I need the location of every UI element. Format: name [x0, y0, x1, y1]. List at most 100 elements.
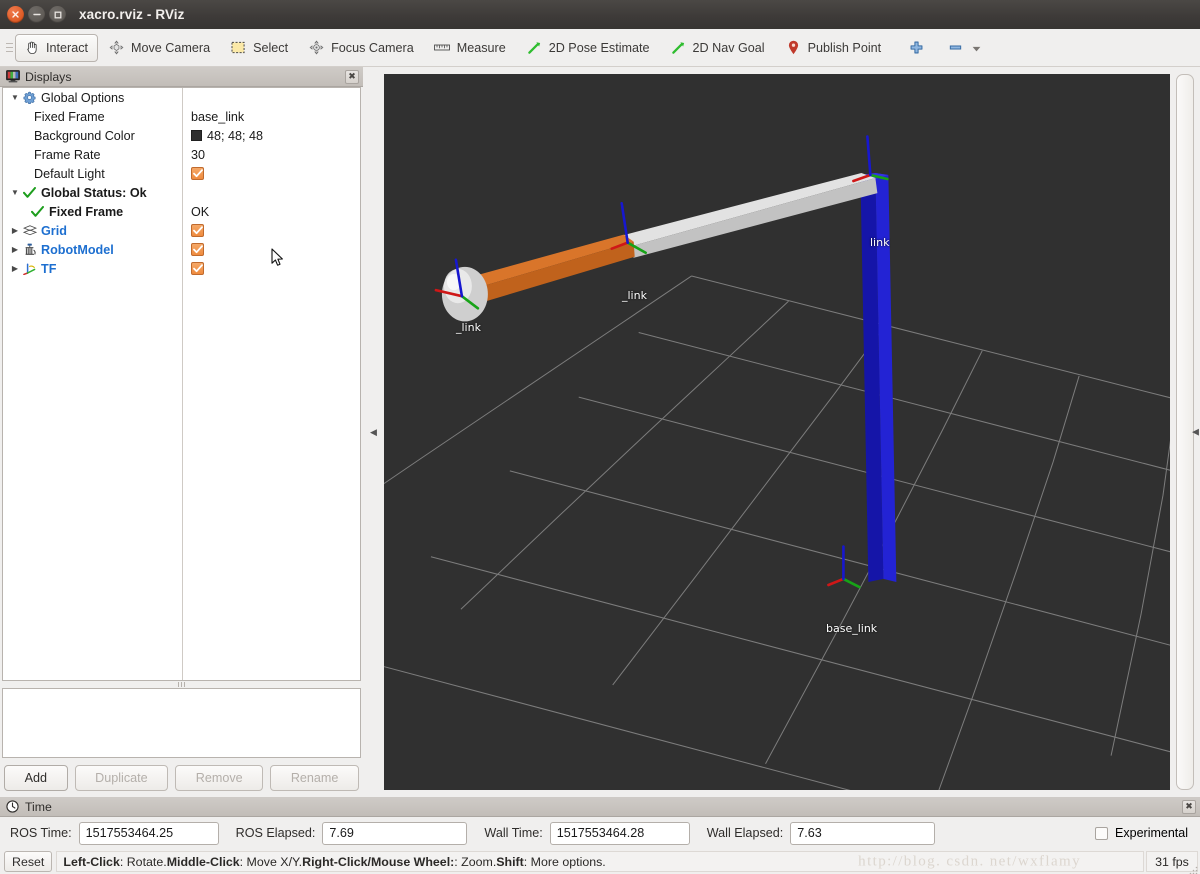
tool-publish-point[interactable]: Publish Point	[777, 34, 892, 62]
checkbox-checked-icon[interactable]	[191, 167, 204, 180]
select-box-icon	[230, 39, 247, 56]
checkbox-unchecked-icon[interactable]	[1095, 826, 1109, 840]
ros-time-input[interactable]: 1517553464.25	[78, 821, 219, 845]
rename-display-button[interactable]: Rename	[270, 764, 360, 791]
left-splitter-handle[interactable]: ◀	[363, 74, 384, 790]
remove-display-button[interactable]: Remove	[175, 764, 264, 791]
checkbox-checked-icon[interactable]	[191, 224, 204, 237]
maximize-button[interactable]	[49, 6, 66, 23]
background-color-value[interactable]: 48; 48; 48	[183, 129, 360, 143]
status-fixed-frame-value: OK	[191, 204, 210, 219]
status-hint-message: Left-Click: Rotate. Middle-Click: Move X…	[56, 851, 1144, 872]
toolbar-drag-handle[interactable]	[4, 37, 14, 59]
panel-resize-grip[interactable]	[0, 681, 363, 688]
hint-seg-7: : More options.	[523, 854, 606, 869]
ros-elapsed-input[interactable]: 7.69	[322, 821, 468, 845]
tool-select[interactable]: Select	[222, 34, 298, 62]
tool-2d-pose-estimate[interactable]: 2D Pose Estimate	[518, 34, 660, 62]
grid-enabled-value[interactable]	[183, 224, 360, 237]
chevron-left-icon[interactable]: ◀	[1192, 427, 1199, 437]
expander-triangle-icon[interactable]: ▶	[9, 264, 21, 273]
wall-time-input[interactable]: 1517553464.28	[549, 821, 690, 845]
tool-move-camera[interactable]: Move Camera	[100, 34, 220, 62]
grid-icon	[21, 225, 38, 236]
window-titlebar: xacro.rviz - RViz	[0, 0, 1200, 29]
experimental-label: Experimental	[1115, 826, 1188, 840]
window-title: xacro.rviz - RViz	[79, 7, 185, 22]
main-toolbar: Interact Move Camera Select Focus Camera…	[0, 29, 1200, 67]
tf-axes-icon	[21, 262, 38, 275]
tool-interact[interactable]: Interact	[15, 33, 98, 62]
ros-time-label: ROS Time:	[10, 826, 72, 840]
tool-2d-nav-goal-label: 2D Nav Goal	[692, 40, 765, 55]
tool-interact-label: Interact	[46, 40, 88, 55]
hint-seg-4: Right-Click/Mouse Wheel:	[302, 854, 455, 869]
chevron-left-icon[interactable]: ◀	[370, 427, 377, 437]
duplicate-display-button[interactable]: Duplicate	[74, 764, 169, 791]
main-area: Displays ✖ ▼ Global Options Fixed Frame …	[0, 67, 1200, 797]
tree-row-frame-rate[interactable]: Frame Rate 30	[3, 145, 360, 164]
frame-rate-value[interactable]: 30	[183, 148, 360, 162]
expander-triangle-icon[interactable]: ▶	[9, 245, 21, 254]
expander-triangle-icon[interactable]: ▶	[9, 226, 21, 235]
tree-row-status-fixed-frame[interactable]: Fixed Frame OK	[3, 202, 360, 221]
tree-row-robotmodel[interactable]: ▶ RobotModel	[3, 240, 360, 259]
time-panel-header: Time ✖	[0, 797, 1200, 817]
tool-focus-camera-label: Focus Camera	[331, 40, 414, 55]
wall-elapsed-label: Wall Elapsed:	[706, 826, 784, 840]
viewport-dock: ◀ base_link link _link _link ◀	[363, 67, 1200, 797]
tree-label: Default Light	[34, 166, 105, 181]
tool-focus-camera[interactable]: Focus Camera	[300, 34, 424, 62]
plus-icon	[908, 39, 925, 56]
checkbox-checked-icon[interactable]	[191, 262, 204, 275]
right-splitter-handle[interactable]: ◀	[1170, 74, 1200, 790]
minimize-button[interactable]	[28, 6, 45, 23]
hint-seg-0: Left-Click	[63, 854, 120, 869]
default-light-value[interactable]	[183, 167, 360, 180]
move-camera-icon	[108, 39, 125, 56]
wall-time-label: Wall Time:	[484, 826, 543, 840]
tree-row-grid[interactable]: ▶ Grid	[3, 221, 360, 240]
tree-row-default-light[interactable]: Default Light	[3, 164, 360, 183]
hint-seg-6: Shift	[496, 854, 524, 869]
green-arrow-icon	[670, 39, 687, 56]
mouse-cursor	[271, 248, 284, 270]
tree-row-fixed-frame[interactable]: Fixed Frame base_link	[3, 107, 360, 126]
expander-triangle-icon[interactable]: ▼	[9, 93, 21, 102]
tree-label: Background Color	[34, 128, 135, 143]
tree-row-global-status[interactable]: ▼ Global Status: Ok	[3, 183, 360, 202]
minus-icon	[947, 39, 964, 56]
tree-row-background-color[interactable]: Background Color 48; 48; 48	[3, 126, 360, 145]
wall-elapsed-input[interactable]: 7.63	[790, 821, 936, 845]
render-viewport-3d[interactable]: base_link link _link _link	[384, 74, 1170, 790]
time-panel-close-icon[interactable]: ✖	[1182, 799, 1196, 814]
close-button[interactable]	[7, 6, 24, 23]
rviz-window: xacro.rviz - RViz Interact Move Camera S…	[0, 0, 1200, 874]
resize-grip-icon[interactable]	[1189, 864, 1198, 874]
tree-row-tf[interactable]: ▶ TF	[3, 259, 360, 278]
chevron-down-icon[interactable]	[972, 41, 981, 55]
display-description-box	[2, 688, 361, 758]
tree-row-global-options[interactable]: ▼ Global Options	[3, 88, 360, 107]
add-tool-button[interactable]	[901, 34, 938, 62]
add-display-button[interactable]: Add	[4, 764, 68, 791]
displays-dock: Displays ✖ ▼ Global Options Fixed Frame …	[0, 67, 363, 797]
checkbox-checked-icon[interactable]	[191, 243, 204, 256]
tool-2d-nav-goal[interactable]: 2D Nav Goal	[662, 34, 775, 62]
reset-button[interactable]: Reset	[4, 851, 53, 872]
status-bar: Reset Left-Click: Rotate. Middle-Click: …	[0, 849, 1200, 874]
fixed-frame-value[interactable]: base_link	[183, 110, 360, 124]
expander-triangle-icon[interactable]: ▼	[9, 188, 21, 197]
tool-measure[interactable]: Measure	[426, 34, 516, 62]
remove-tool-button[interactable]	[940, 34, 988, 62]
tree-label: TF	[41, 261, 57, 276]
tree-label: Frame Rate	[34, 147, 101, 162]
ros-elapsed-label: ROS Elapsed:	[235, 826, 316, 840]
tree-label: Global Status: Ok	[41, 185, 147, 200]
experimental-checkbox-wrap[interactable]: Experimental	[1095, 826, 1192, 840]
color-swatch-icon	[191, 130, 202, 141]
map-pin-icon	[785, 39, 802, 56]
displays-panel-close-icon[interactable]: ✖	[345, 69, 359, 84]
tool-select-label: Select	[253, 40, 289, 55]
displays-tree[interactable]: ▼ Global Options Fixed Frame base_link B…	[2, 87, 361, 681]
